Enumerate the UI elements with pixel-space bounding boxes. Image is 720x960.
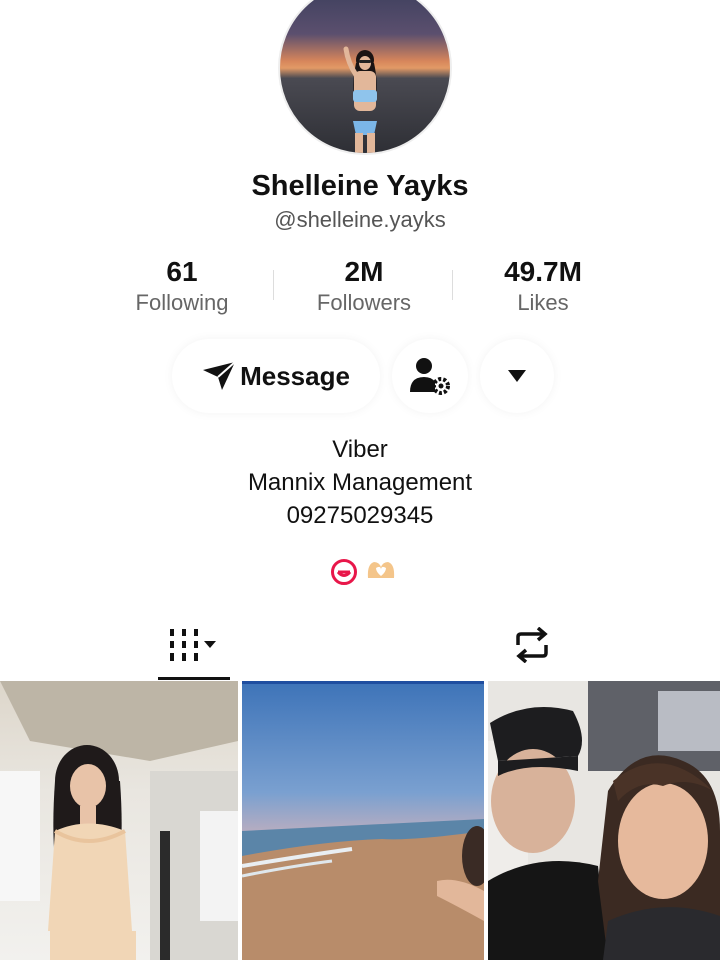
followers-label: Followers: [316, 290, 412, 315]
stat-likes[interactable]: 49.7M Likes: [453, 256, 633, 316]
video-thumbnail-image: [488, 681, 720, 960]
caret-down-icon: [508, 370, 526, 382]
video-grid: [0, 681, 720, 960]
user-settings-icon: [410, 358, 450, 395]
following-label: Following: [135, 290, 229, 315]
stat-followers[interactable]: 2M Followers: [274, 256, 454, 316]
friend-settings-button[interactable]: [392, 339, 468, 413]
bio-line: Mannix Management: [247, 469, 473, 496]
more-options-button[interactable]: [480, 339, 554, 413]
active-tab-indicator: [158, 677, 230, 680]
stat-following[interactable]: 61 Following: [92, 256, 272, 316]
bio-line: 09275029345: [286, 502, 434, 529]
grid-icon: [170, 629, 216, 661]
likes-label: Likes: [517, 290, 569, 315]
tab-videos[interactable]: [158, 610, 230, 680]
repost-icon: [516, 627, 548, 663]
video-thumbnail-image: [0, 681, 238, 960]
video-thumbnail[interactable]: [242, 681, 484, 960]
message-button[interactable]: Message: [172, 339, 380, 413]
video-thumbnail-image: [242, 681, 484, 960]
video-thumbnail[interactable]: [0, 681, 238, 960]
tab-reposts[interactable]: [496, 610, 568, 680]
avatar[interactable]: [278, 0, 452, 155]
display-name: Shelleine Yayks: [251, 170, 469, 202]
profile-tabs: [0, 610, 720, 680]
send-icon: [203, 361, 236, 390]
lemon8-icon[interactable]: [330, 558, 358, 586]
message-label: Message: [240, 360, 350, 391]
likes-count: 49.7M: [504, 256, 582, 287]
avatar-image: [343, 46, 377, 153]
video-thumbnail[interactable]: [488, 681, 720, 960]
heart-hands-icon: [367, 562, 395, 578]
followers-count: 2M: [344, 256, 384, 287]
bio-line: Viber: [332, 436, 388, 463]
username: @shelleine.yayks: [274, 207, 446, 232]
following-count: 61: [166, 256, 198, 287]
